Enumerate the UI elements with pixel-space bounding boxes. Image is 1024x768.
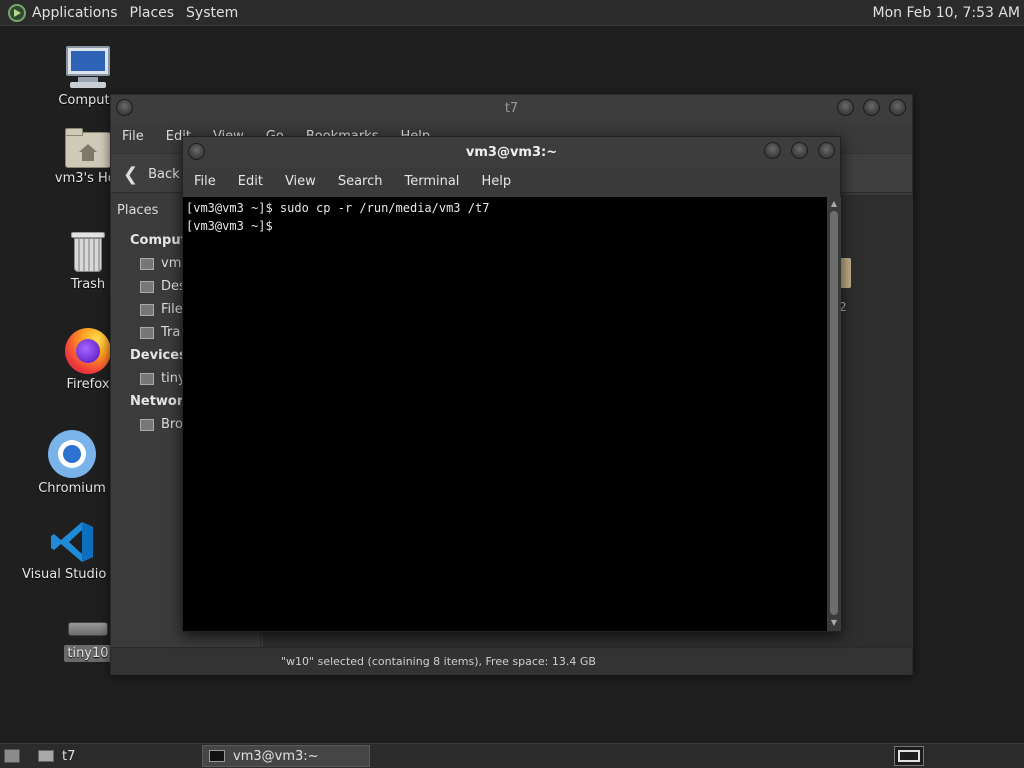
trash-icon (70, 230, 106, 274)
scrollbar[interactable]: ▲ ▼ (827, 197, 841, 631)
sidebar-item-label: Tra (161, 325, 181, 340)
panel-menu: Applications Places System (0, 0, 244, 26)
terminal-titlebar[interactable]: vm3@vm3:~ (183, 137, 840, 167)
top-panel: Applications Places System Mon Feb 10, 7… (0, 0, 1024, 26)
computer-icon (64, 46, 112, 90)
window-title: vm3@vm3:~ (465, 145, 558, 160)
task-label: vm3@vm3:~ (233, 748, 319, 764)
terminal-window[interactable]: vm3@vm3:~ File Edit View Search Terminal… (182, 136, 841, 632)
maximize-button[interactable] (791, 142, 808, 159)
places-dropdown[interactable]: Places (117, 203, 158, 218)
scrollbar-thumb[interactable] (830, 211, 838, 615)
sidebar-item-browse-network[interactable]: Bro (140, 417, 183, 432)
trash-icon (140, 326, 154, 339)
desktop-icon-label: Firefox (66, 377, 110, 392)
terminal-screen[interactable]: [vm3@vm3 ~]$ sudo cp -r /run/media/vm3 /… (183, 197, 827, 631)
sidebar-item-label: Bro (161, 417, 183, 432)
scroll-down-icon[interactable]: ▼ (829, 619, 839, 627)
sidebar-item-label: File (161, 302, 183, 317)
status-bar: "w10" selected (containing 8 items), Fre… (111, 647, 912, 675)
menu-file[interactable]: File (111, 125, 155, 149)
system-menu[interactable]: System (180, 0, 244, 26)
clock[interactable]: Mon Feb 10, 7:53 AM (873, 0, 1020, 26)
close-button[interactable] (818, 142, 835, 159)
minimize-button[interactable] (837, 99, 854, 116)
vscode-icon (49, 520, 95, 564)
desktop-icon-label: Compute (58, 93, 118, 108)
menu-view[interactable]: View (274, 169, 327, 195)
menu-file[interactable]: File (183, 169, 227, 195)
minimize-button[interactable] (764, 142, 781, 159)
workspace-switcher[interactable] (894, 746, 924, 766)
window-title: t7 (504, 101, 519, 116)
sidebar-item-trash[interactable]: Tra (140, 325, 180, 340)
network-icon (140, 418, 154, 431)
task-label: t7 (62, 748, 76, 764)
sidebar-section-devices: Devices (130, 348, 187, 363)
back-button[interactable]: ❮ Back (123, 164, 180, 185)
menu-terminal[interactable]: Terminal (393, 169, 470, 195)
places-menu[interactable]: Places (124, 0, 181, 26)
sidebar-item-device[interactable]: tiny (140, 371, 186, 386)
back-arrow-icon: ❮ (123, 164, 139, 185)
filesystem-icon (140, 303, 154, 316)
terminal-menubar: File Edit View Search Terminal Help (183, 169, 840, 195)
drive-icon (140, 372, 154, 385)
bottom-panel: t7 vm3@vm3:~ (0, 743, 1024, 768)
desktop-icon-label: Chromium (38, 481, 106, 496)
folder-icon (38, 750, 54, 762)
home-folder-icon (65, 128, 111, 168)
desktop-icon-label: Trash (70, 277, 106, 292)
menu-search[interactable]: Search (327, 169, 394, 195)
firefox-icon (65, 328, 111, 374)
task-terminal[interactable]: vm3@vm3:~ (202, 745, 370, 767)
sidebar-item-filesystem[interactable]: File (140, 302, 183, 317)
desktop-icon-chromium[interactable]: Chromium (22, 430, 122, 496)
drive-icon (66, 614, 110, 642)
terminal-line: [vm3@vm3 ~]$ (186, 219, 280, 233)
applications-menu[interactable]: Applications (26, 0, 124, 26)
sidebar-item-desktop[interactable]: Des (140, 279, 186, 294)
chromium-icon (48, 430, 96, 478)
file-manager-titlebar[interactable]: t7 (111, 95, 912, 123)
home-icon (140, 257, 154, 270)
scroll-up-icon[interactable]: ▲ (829, 200, 839, 208)
menu-help[interactable]: Help (470, 169, 522, 195)
terminal-line: [vm3@vm3 ~]$ sudo cp -r /run/media/vm3 /… (186, 201, 490, 215)
menu-edit[interactable]: Edit (227, 169, 274, 195)
terminal-icon (209, 750, 225, 762)
maximize-button[interactable] (863, 99, 880, 116)
back-label: Back (148, 167, 180, 182)
distro-logo-icon[interactable] (8, 3, 26, 22)
desktop-icon (140, 280, 154, 293)
status-text: "w10" selected (containing 8 items), Fre… (281, 655, 596, 668)
task-file-manager[interactable]: t7 (32, 745, 200, 767)
sidebar-item-home[interactable]: vm: (140, 256, 186, 271)
show-desktop-icon[interactable] (4, 749, 20, 763)
close-button[interactable] (889, 99, 906, 116)
desktop-icon-vscode[interactable]: Visual Studio Co (22, 520, 128, 582)
